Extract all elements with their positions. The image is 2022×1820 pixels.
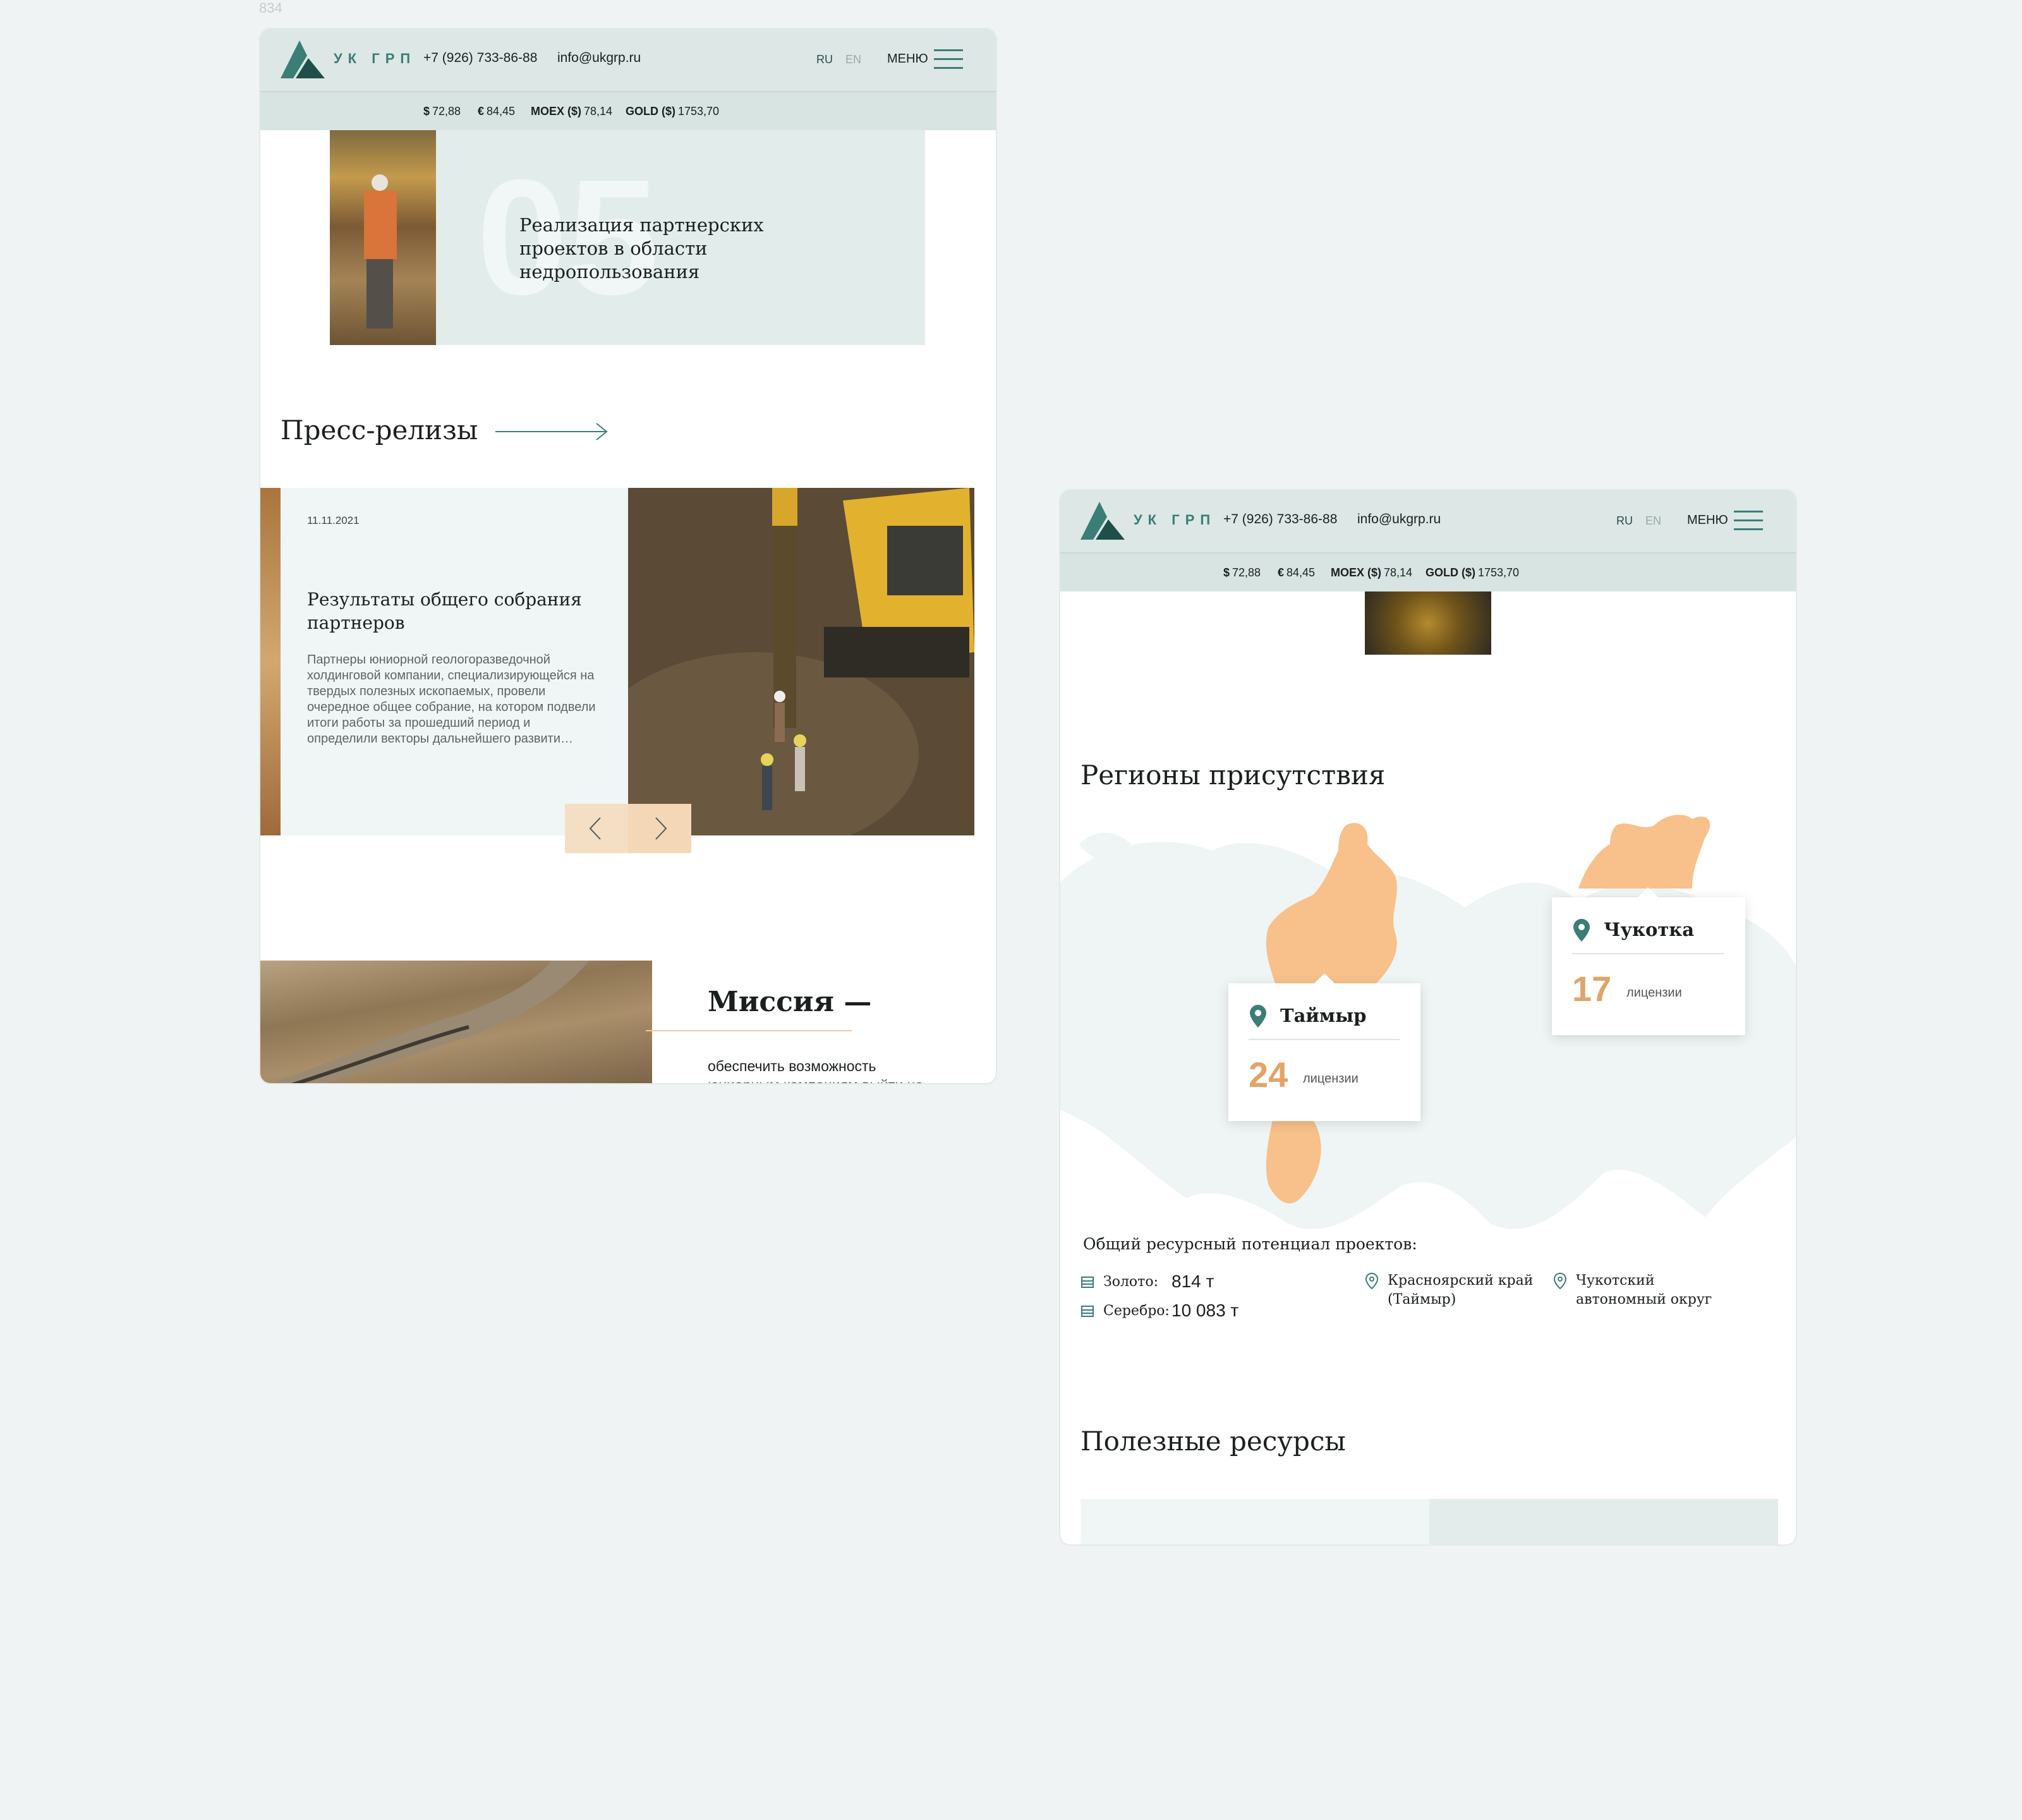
logo-icon[interactable]: [281, 38, 326, 80]
lang-en-button[interactable]: EN: [845, 53, 861, 66]
quotes-ticker: $72,88 €84,45 MOEX ($) 78,14 GOLD ($) 1753…: [260, 92, 996, 130]
arrow-right-icon[interactable]: [495, 421, 609, 442]
hamburger-icon[interactable]: [934, 49, 963, 70]
location-pin-icon: [1553, 1273, 1567, 1289]
chevron-right-icon: [655, 817, 667, 840]
ticker-moex: MOEX ($) 78,14: [531, 105, 613, 118]
phone-link[interactable]: +7 (926) 733-86-88: [423, 51, 537, 66]
worker-photo: [330, 130, 436, 345]
slider-prev-button[interactable]: [565, 804, 628, 853]
region-popup-chukotka[interactable]: Чукотка 17 лицензии: [1552, 887, 1745, 1035]
press-section-title: Пресс-релизы: [281, 415, 478, 446]
email-link[interactable]: info@ukgrp.ru: [557, 51, 641, 66]
region-popup-taimyr[interactable]: Таймыр 24 лицензии: [1228, 973, 1420, 1121]
lang-en-button[interactable]: EN: [1645, 514, 1661, 528]
mobile-frame-right: Регионы присутствия Таймыр 24 лицензии Ч…: [1059, 489, 1797, 1546]
logo-icon[interactable]: [1081, 499, 1126, 541]
site-header: УК ГРП +7 (926) 733-86-88 info@ukgrp.ru …: [1060, 490, 1796, 554]
region-name: Чукотка: [1604, 919, 1695, 940]
ingot-icon: [1081, 1306, 1094, 1317]
email-link[interactable]: info@ukgrp.ru: [1357, 512, 1441, 527]
press-description: Партнеры юниорной геологоразведочной хол…: [307, 653, 596, 746]
ticker-moex: MOEX ($) 78,14: [1331, 566, 1413, 579]
mission-text: обеспечить возможность: [708, 1058, 876, 1074]
potential-title: Общий ресурсный потенциал проектов:: [1083, 1235, 1417, 1253]
mobile-frame-left: 05 Реализация партнерских проектов в обл…: [259, 28, 997, 1084]
mission-text-cut: юниорным компаниям выйти на: [708, 1077, 923, 1083]
useful-resources-title: Полезные ресурсы: [1081, 1426, 1346, 1457]
location-pin-icon: [1365, 1273, 1379, 1289]
quarry-photo: [260, 961, 652, 1083]
regions-title: Регионы присутствия: [1081, 760, 1386, 791]
region-name: Таймыр: [1280, 1005, 1367, 1026]
ticker-usd: $72,88: [423, 105, 461, 118]
mission-title: Миссия —: [708, 986, 872, 1018]
quotes-ticker: $72,88 €84,45 MOEX ($) 78,14 GOLD ($) 1753…: [1060, 554, 1796, 592]
resource-tab-1[interactable]: [1081, 1499, 1429, 1544]
phone-link[interactable]: +7 (926) 733-86-88: [1223, 512, 1337, 527]
ticker-gold: GOLD ($) 1753,70: [1426, 566, 1520, 579]
stage-text: Реализация партнерских проектов в област…: [519, 214, 764, 282]
drilling-rig-photo: [628, 488, 974, 835]
lang-ru-button[interactable]: RU: [1616, 514, 1633, 528]
license-count: 17: [1572, 969, 1612, 1009]
ticker-eur: €84,45: [1278, 566, 1316, 579]
popup-divider: [1572, 953, 1724, 954]
map-pin-icon: [1250, 1005, 1266, 1028]
hamburger-icon[interactable]: [1734, 511, 1763, 531]
license-unit: лицензии: [1303, 1072, 1359, 1086]
menu-label[interactable]: МЕНЮ: [887, 52, 928, 66]
prev-slide-peek: [260, 488, 281, 835]
license-unit: лицензии: [1626, 986, 1682, 1000]
site-header: УК ГРП +7 (926) 733-86-88 info@ukgrp.ru …: [260, 29, 996, 92]
map-pin-icon: [1573, 919, 1590, 942]
license-count: 24: [1249, 1055, 1288, 1095]
chevron-left-icon: [589, 817, 601, 840]
ingot-icon: [1081, 1277, 1094, 1288]
popup-divider: [1249, 1039, 1400, 1040]
resource-tab-2[interactable]: [1429, 1499, 1778, 1544]
press-headline[interactable]: Результаты общего собрания партнеров: [307, 588, 604, 634]
brand-name[interactable]: УК ГРП: [334, 51, 416, 67]
ticker-eur: €84,45: [478, 105, 516, 118]
mission-underline: [646, 1030, 852, 1031]
gold-ore-photo: [1365, 592, 1491, 655]
press-date: 11.11.2021: [307, 514, 360, 526]
lang-ru-button[interactable]: RU: [816, 53, 833, 66]
canvas-size-label: 834: [259, 0, 282, 16]
menu-label[interactable]: МЕНЮ: [1687, 513, 1728, 528]
brand-name[interactable]: УК ГРП: [1134, 512, 1216, 528]
slider-next-button[interactable]: [628, 804, 691, 853]
ticker-gold: GOLD ($) 1753,70: [626, 105, 720, 118]
ticker-usd: $72,88: [1223, 566, 1261, 579]
